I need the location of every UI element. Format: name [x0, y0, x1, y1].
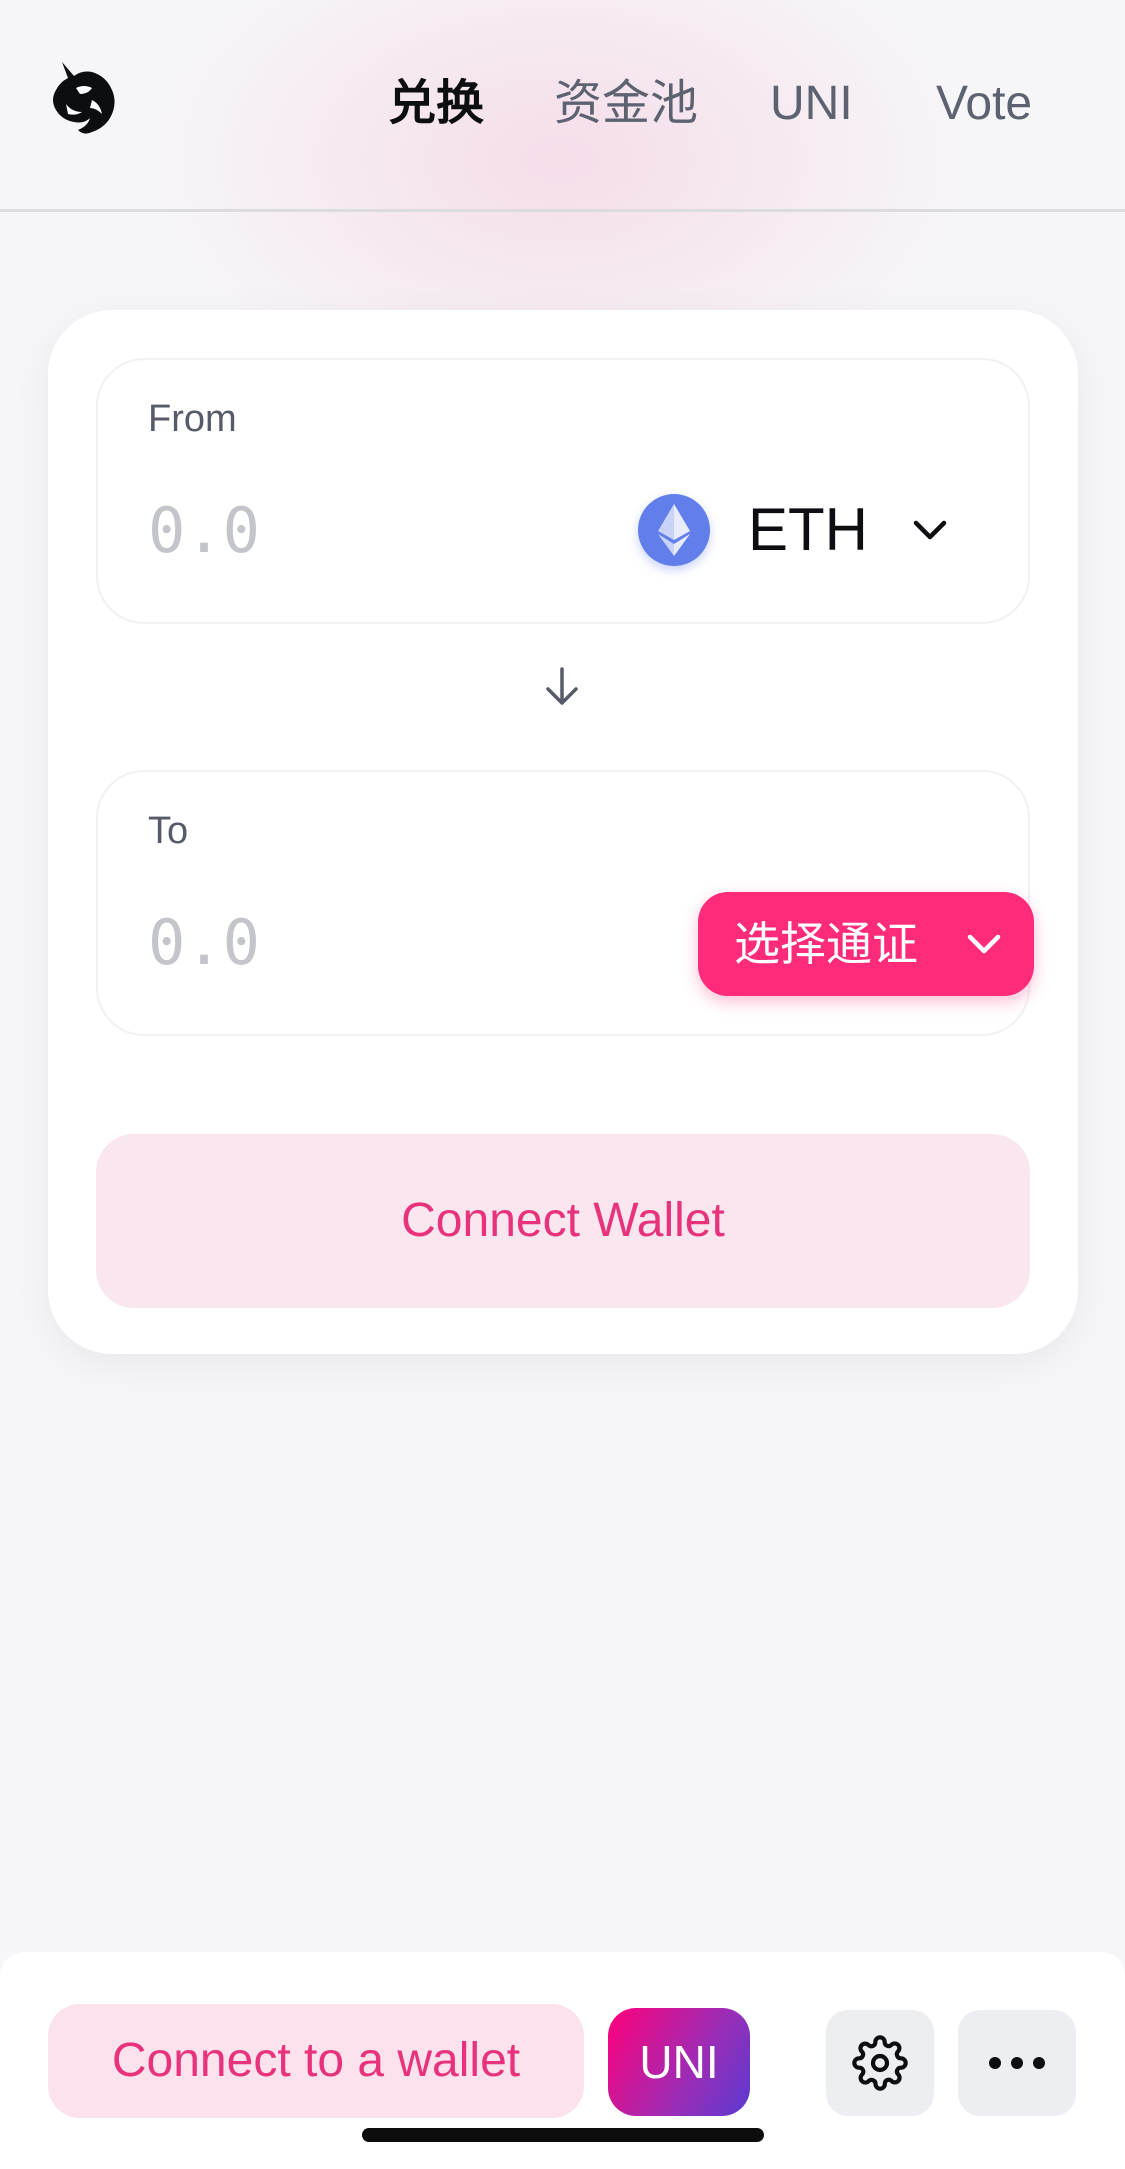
from-token-selector[interactable]: ETH [638, 480, 978, 576]
swap-card: From ETH To 选择通证 [48, 310, 1078, 1354]
uni-balance-button[interactable]: UNI [608, 2008, 750, 2116]
from-token-symbol: ETH [748, 496, 868, 563]
nav-tab-vote[interactable]: Vote [936, 70, 1032, 138]
more-options-button[interactable] [958, 2010, 1076, 2116]
uni-label: UNI [639, 2036, 719, 2088]
from-label: From [148, 398, 237, 440]
select-token-button[interactable]: 选择通证 [698, 892, 1034, 996]
from-panel: From ETH [96, 358, 1030, 624]
to-label: To [148, 810, 189, 852]
uniswap-logo-icon[interactable] [48, 58, 120, 140]
more-horizontal-icon [989, 2057, 1045, 2069]
connect-to-wallet-button[interactable]: Connect to a wallet [48, 2004, 584, 2118]
gear-icon [852, 2035, 908, 2091]
nav-tab-uni[interactable]: UNI [770, 70, 853, 138]
to-amount-input[interactable] [148, 902, 568, 982]
nav-tab-swap[interactable]: 兑换 [388, 70, 484, 138]
settings-button[interactable] [826, 2010, 934, 2116]
to-panel: To 选择通证 [96, 770, 1034, 1036]
chevron-down-icon [910, 510, 950, 550]
chevron-down-icon [964, 924, 1004, 964]
connect-wallet-button[interactable]: Connect Wallet [96, 1134, 1030, 1308]
swap-direction-arrow-icon[interactable] [542, 665, 582, 709]
connect-wallet-label: Connect Wallet [401, 1194, 725, 1247]
from-amount-input[interactable] [148, 490, 568, 570]
select-token-label: 选择通证 [734, 918, 918, 970]
home-indicator[interactable] [362, 2128, 764, 2142]
nav-tab-pool[interactable]: 资金池 [554, 70, 698, 138]
top-navigation: 兑换 资金池 UNI Vote [0, 0, 1125, 212]
ethereum-icon [638, 494, 710, 566]
connect-to-wallet-label: Connect to a wallet [111, 2034, 521, 2087]
